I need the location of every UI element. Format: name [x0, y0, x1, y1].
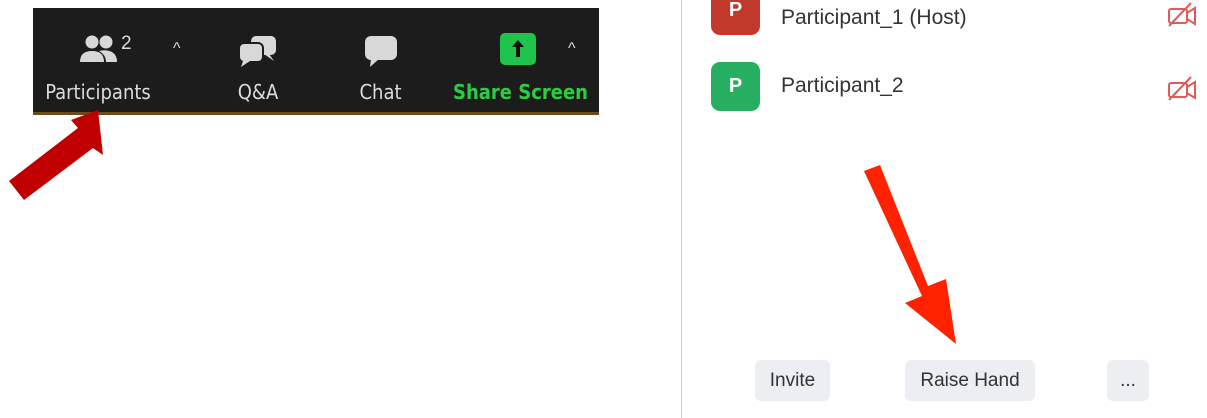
- raise-hand-button[interactable]: Raise Hand: [905, 360, 1035, 401]
- panel-divider: [681, 0, 682, 418]
- participants-icon: [80, 35, 117, 62]
- qa-icon: [238, 36, 276, 67]
- chat-icon: [365, 36, 397, 67]
- participants-caret-icon[interactable]: ^: [173, 40, 181, 58]
- chat-button[interactable]: Chat: [333, 8, 428, 112]
- video-off-icon[interactable]: [1166, 2, 1198, 28]
- participant-row[interactable]: P Participant_2: [711, 62, 1207, 112]
- avatar: P: [711, 62, 760, 111]
- qa-button[interactable]: Q&A: [213, 8, 303, 112]
- participant-row[interactable]: P Participant_1 (Host): [711, 0, 1207, 50]
- share-screen-label: Share Screen: [453, 80, 588, 104]
- share-caret-icon[interactable]: ^: [568, 40, 576, 58]
- participants-label: Participants: [45, 80, 151, 104]
- share-screen-icon[interactable]: [500, 33, 536, 65]
- meeting-toolbar: 2 Participants ^ Q&A Chat Share Screen ^: [33, 8, 599, 115]
- more-button[interactable]: ...: [1107, 360, 1149, 401]
- participant-name: Participant_1 (Host): [781, 6, 967, 29]
- participant-name: Participant_2: [781, 74, 904, 97]
- invite-button[interactable]: Invite: [755, 360, 830, 401]
- participants-count: 2: [121, 33, 132, 54]
- qa-label: Q&A: [237, 80, 279, 104]
- video-off-icon[interactable]: [1166, 76, 1198, 102]
- avatar: P: [711, 0, 760, 35]
- chat-label: Chat: [359, 80, 402, 104]
- participants-button[interactable]: 2 Participants: [33, 8, 163, 112]
